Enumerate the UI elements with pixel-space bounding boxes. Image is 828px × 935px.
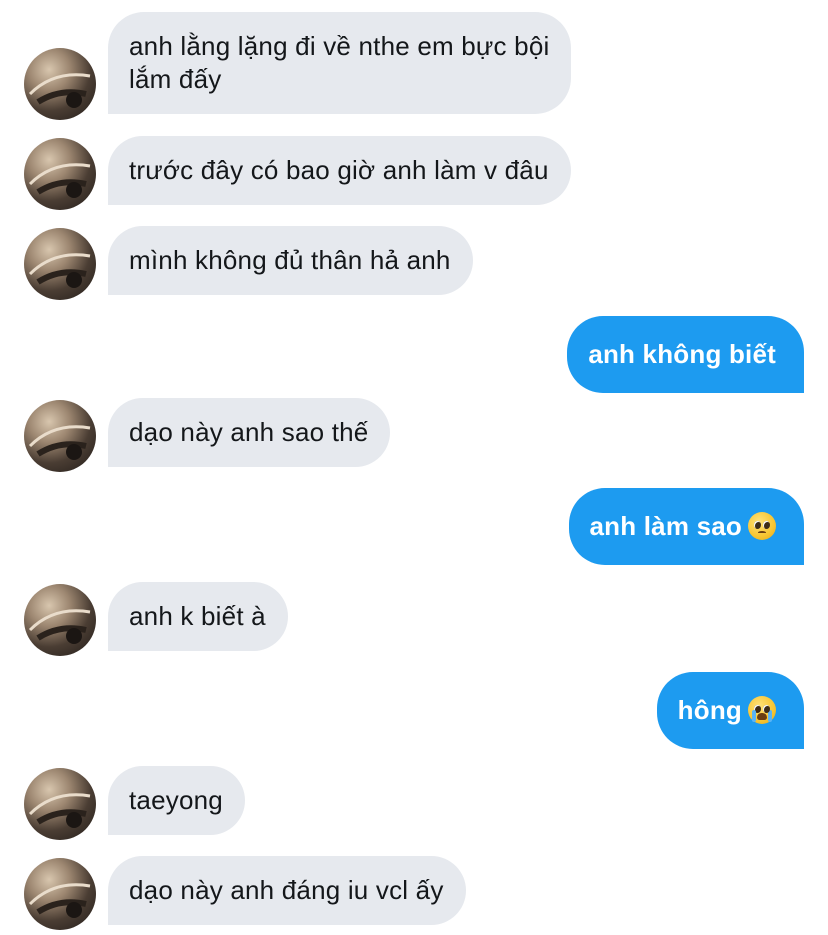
message-text: anh lằng lặng đi về nthe em bực bội (129, 31, 550, 61)
message-bubble-incoming[interactable]: dạo này anh đáng iu vcl ấy (108, 856, 466, 925)
message-text: hông (677, 695, 742, 725)
contact-avatar[interactable] (24, 768, 96, 840)
message-bubble-outgoing[interactable]: anh làm sao (568, 488, 804, 565)
contact-avatar[interactable] (24, 584, 96, 656)
pleading-face-icon (748, 512, 776, 540)
message-text: anh làm sao (589, 511, 742, 541)
message-bubble-incoming[interactable]: dạo này anh sao thế (108, 398, 391, 467)
message-text: dạo này anh sao thế (129, 417, 369, 447)
message-thread: anh lằng lặng đi về nthe em bực bội lắm … (0, 0, 828, 935)
message-text: mình không đủ thân hả anh (129, 245, 451, 275)
contact-avatar[interactable] (24, 48, 96, 120)
contact-avatar[interactable] (24, 138, 96, 210)
contact-avatar[interactable] (24, 858, 96, 930)
message-bubble-outgoing[interactable]: hông (656, 672, 804, 749)
loudly-crying-face-icon (748, 696, 776, 724)
message-bubble-incoming[interactable]: mình không đủ thân hả anh (108, 226, 473, 295)
contact-avatar[interactable] (24, 228, 96, 300)
message-bubble-incoming[interactable]: taeyong (108, 766, 245, 835)
contact-avatar[interactable] (24, 400, 96, 472)
message-bubble-incoming[interactable]: anh lằng lặng đi về nthe em bực bội lắm … (108, 12, 572, 114)
message-text-continued: lắm đấy (129, 64, 222, 94)
message-text: anh không biết (588, 339, 776, 369)
message-bubble-incoming[interactable]: trước đây có bao giờ anh làm v đâu (108, 136, 571, 205)
message-bubble-outgoing[interactable]: anh không biết (567, 316, 804, 393)
message-bubble-incoming[interactable]: anh k biết à (108, 582, 288, 651)
message-text: dạo này anh đáng iu vcl ấy (129, 875, 444, 905)
message-text: taeyong (129, 785, 223, 815)
message-text: trước đây có bao giờ anh làm v đâu (129, 155, 549, 185)
message-text: anh k biết à (129, 601, 266, 631)
